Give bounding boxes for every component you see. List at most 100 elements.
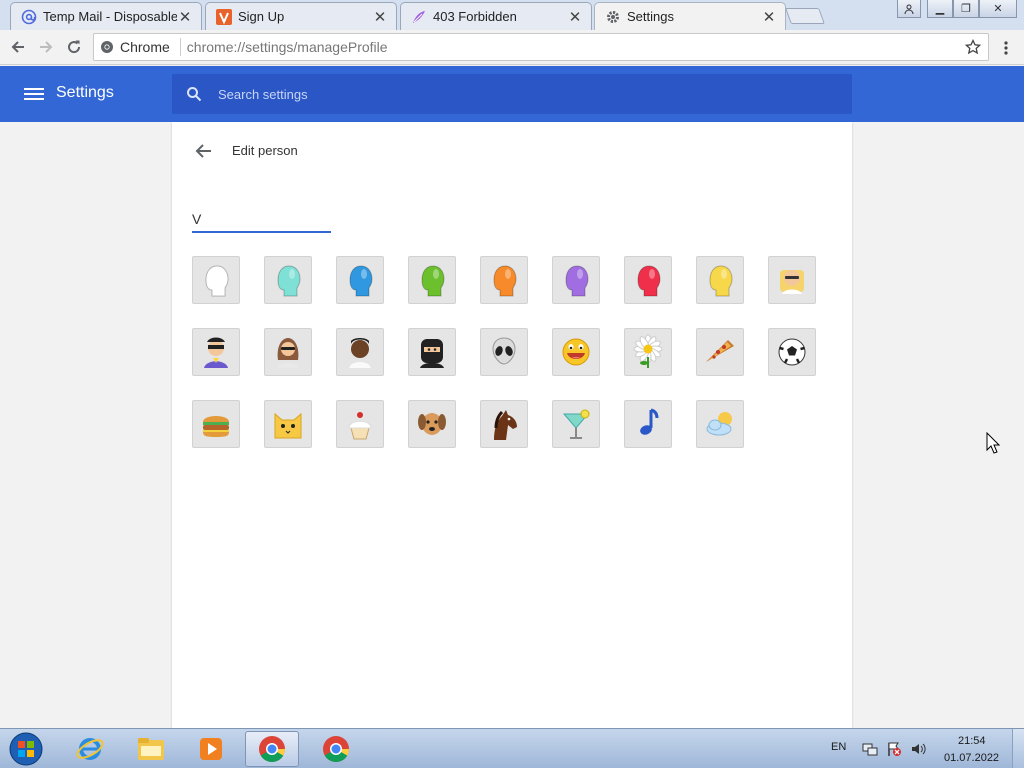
tab-title: Settings	[627, 9, 674, 24]
avatar-dog[interactable]	[408, 400, 456, 448]
alien-icon	[492, 337, 516, 365]
avatar-generic-aqua[interactable]	[264, 256, 312, 304]
head-silhouette-icon	[349, 265, 373, 297]
avatar-generic-yellow[interactable]	[696, 256, 744, 304]
head-silhouette-icon	[421, 265, 445, 297]
avatar-note[interactable]	[624, 400, 672, 448]
avatar-generic-red[interactable]	[624, 256, 672, 304]
avatar-flower[interactable]	[624, 328, 672, 376]
page-title: Settings	[56, 84, 114, 101]
tab-close-icon[interactable]: ✕	[567, 9, 583, 26]
settings-header: Settings	[0, 66, 1024, 122]
windows-start-icon[interactable]	[6, 730, 46, 768]
address-bar[interactable]: Chrome chrome://settings/manageProfile	[93, 33, 989, 61]
avatar-pizza[interactable]	[696, 328, 744, 376]
tab-settings[interactable]: Settings ✕	[594, 2, 786, 30]
tab-strip: Temp Mail - Disposable T ✕ Sign Up ✕ 403…	[0, 0, 1024, 30]
maximize-icon[interactable]: ❐	[953, 0, 979, 18]
close-window-icon[interactable]: ✕	[979, 0, 1017, 18]
show-desktop-button[interactable]	[1012, 729, 1024, 768]
back-arrow-icon[interactable]	[192, 140, 214, 162]
tab-sign-up[interactable]: Sign Up ✕	[205, 2, 397, 30]
reload-icon[interactable]	[62, 35, 86, 59]
chrome-icon	[323, 736, 350, 763]
pizza-icon	[706, 340, 734, 362]
tab-title: 403 Forbidden	[433, 9, 517, 24]
search-input[interactable]	[218, 86, 818, 102]
new-tab-button[interactable]	[785, 8, 825, 24]
clock-time[interactable]: 21:54	[958, 735, 986, 747]
gear-icon	[605, 9, 621, 25]
avatar-superhero[interactable]	[192, 328, 240, 376]
bookmark-star-icon[interactable]	[964, 38, 982, 56]
smiley-icon	[562, 338, 590, 366]
omnibox-url[interactable]: chrome://settings/manageProfile	[187, 39, 388, 55]
avatar-burger[interactable]	[192, 400, 240, 448]
businessman-icon	[780, 270, 804, 294]
avatar-sun-cloud[interactable]	[696, 400, 744, 448]
search-icon	[184, 84, 204, 104]
head-silhouette-icon	[709, 265, 733, 297]
tab-403-forbidden[interactable]: 403 Forbidden ✕	[400, 2, 592, 30]
edit-person-card: Edit person	[172, 122, 852, 730]
dog-icon	[418, 413, 446, 435]
cocktail-icon	[562, 409, 590, 439]
forward-icon[interactable]	[34, 35, 58, 59]
omnibox-chip[interactable]: Chrome	[94, 39, 170, 55]
flower-icon	[633, 334, 663, 368]
profile-icon[interactable]	[897, 0, 921, 18]
avatar-generic-blue[interactable]	[336, 256, 384, 304]
language-indicator[interactable]: EN	[831, 741, 846, 753]
chrome-icon	[259, 736, 286, 763]
at-icon	[21, 9, 37, 25]
sun-cloud-icon	[706, 412, 732, 436]
tab-temp-mail[interactable]: Temp Mail - Disposable T ✕	[10, 2, 202, 30]
network-icon[interactable]	[862, 741, 878, 757]
tab-close-icon[interactable]: ✕	[372, 9, 388, 26]
tab-close-icon[interactable]: ✕	[761, 9, 777, 26]
avatar-generic-green[interactable]	[408, 256, 456, 304]
music-note-icon	[640, 408, 659, 435]
avatar-soccer[interactable]	[768, 328, 816, 376]
volume-icon[interactable]	[910, 741, 926, 757]
omnibox-chip-label: Chrome	[120, 39, 170, 55]
media-player-icon[interactable]	[184, 731, 238, 767]
back-icon[interactable]	[6, 35, 30, 59]
cupcake-icon	[348, 412, 372, 440]
soccer-ball-icon	[778, 338, 806, 366]
avatar-horse[interactable]	[480, 400, 528, 448]
minimize-icon[interactable]: ▁	[927, 0, 953, 18]
avatar-alien[interactable]	[480, 328, 528, 376]
avatar-ninja[interactable]	[408, 328, 456, 376]
tab-close-icon[interactable]: ✕	[177, 9, 193, 26]
kebab-menu-icon[interactable]	[998, 38, 1014, 58]
clock-date[interactable]: 01.07.2022	[944, 752, 999, 764]
horse-icon	[494, 410, 517, 440]
internet-explorer-icon[interactable]	[63, 731, 117, 767]
file-explorer-icon[interactable]	[124, 731, 178, 767]
head-silhouette-icon	[637, 265, 661, 297]
avatar-businessman[interactable]	[768, 256, 816, 304]
v-logo-icon	[216, 8, 232, 25]
browser-toolbar: Chrome chrome://settings/manageProfile	[0, 30, 1024, 65]
avatar-awesome[interactable]	[552, 328, 600, 376]
avatar-margarita[interactable]	[552, 400, 600, 448]
cat-icon	[274, 412, 302, 439]
avatar-bearded[interactable]	[336, 328, 384, 376]
ninja-icon	[420, 339, 444, 368]
head-silhouette-icon	[205, 265, 229, 297]
search-settings-box[interactable]	[172, 74, 852, 114]
avatar-superheroine[interactable]	[264, 328, 312, 376]
avatar-generic-orange[interactable]	[480, 256, 528, 304]
avatar-generic-purple[interactable]	[552, 256, 600, 304]
action-center-flag-icon[interactable]	[886, 741, 902, 757]
avatar-cupcake[interactable]	[336, 400, 384, 448]
tab-title: Sign Up	[238, 9, 285, 24]
avatar-generic-white[interactable]	[192, 256, 240, 304]
avatar-cat[interactable]	[264, 400, 312, 448]
chrome-taskbar-button[interactable]	[309, 731, 363, 767]
head-silhouette-icon	[493, 265, 517, 297]
hamburger-menu-icon[interactable]	[24, 85, 44, 103]
person-name-field[interactable]	[192, 207, 331, 233]
chrome-taskbar-button-active[interactable]	[245, 731, 299, 767]
